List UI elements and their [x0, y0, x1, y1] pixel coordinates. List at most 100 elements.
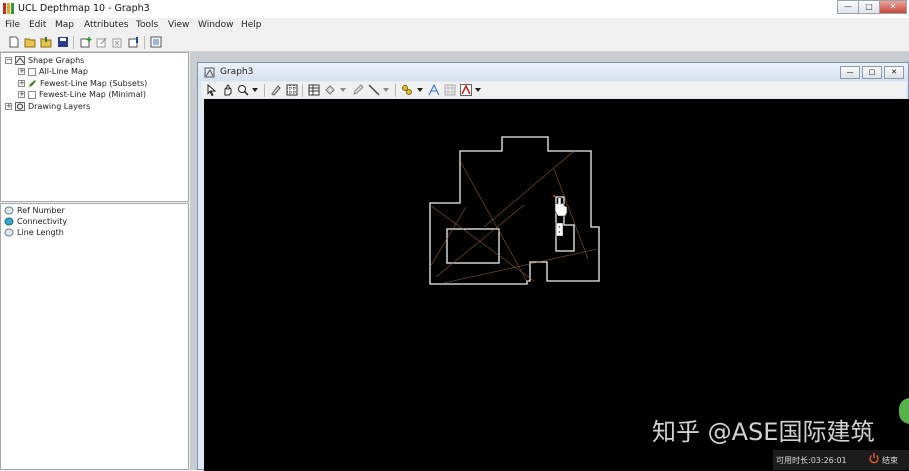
- chevron-down-icon[interactable]: [251, 86, 259, 94]
- close-button[interactable]: ✕: [879, 0, 907, 14]
- tree-item-drawing-layers[interactable]: + Drawing Layers: [5, 101, 90, 112]
- menu-file[interactable]: File: [5, 20, 20, 30]
- pan-hand-icon[interactable]: [222, 84, 234, 96]
- window-title: UCL Depthmap 10 - Graph3: [18, 3, 150, 14]
- save-icon[interactable]: [57, 36, 69, 48]
- menu-attributes[interactable]: Attributes: [84, 20, 128, 30]
- menu-map[interactable]: Map: [55, 20, 74, 30]
- child-window-title: Graph3: [220, 67, 254, 77]
- app-icon: [3, 3, 14, 14]
- tree-label: Fewest-Line Map (Minimal): [39, 90, 146, 99]
- layer-checkbox[interactable]: [28, 67, 36, 76]
- attribute-line-length[interactable]: Line Length: [4, 227, 64, 238]
- open-icon[interactable]: [24, 36, 36, 48]
- minimize-button[interactable]: —: [837, 0, 859, 14]
- table-icon[interactable]: [308, 84, 320, 96]
- menu-help[interactable]: Help: [241, 20, 262, 30]
- attribute-label: Connectivity: [17, 217, 68, 226]
- tree-label: Drawing Layers: [28, 102, 91, 111]
- pencil-icon[interactable]: [352, 84, 364, 96]
- title-bar: UCL Depthmap 10 - Graph3 — □ ✕: [0, 0, 909, 19]
- child-minimize-button[interactable]: —: [840, 66, 860, 79]
- chevron-down-icon[interactable]: [416, 86, 424, 94]
- push-icon[interactable]: [128, 36, 140, 48]
- layer-checkbox[interactable]: [28, 90, 36, 99]
- axial-line: [429, 204, 535, 282]
- menu-edit[interactable]: Edit: [29, 20, 46, 30]
- export-icon[interactable]: [150, 36, 162, 48]
- expand-toggle[interactable]: +: [5, 103, 12, 110]
- remaining-time-label: 可用时长:03:26:01: [776, 456, 847, 465]
- attribute-label: Line Length: [17, 228, 64, 237]
- menu-view[interactable]: View: [168, 20, 189, 30]
- edit-layer-icon[interactable]: [96, 36, 108, 48]
- child-window-controls: — □ ✕: [838, 66, 904, 79]
- tree-label: Fewest-Line Map (Subsets): [40, 79, 148, 88]
- plan-boundary: [429, 136, 600, 285]
- expand-toggle[interactable]: +: [18, 68, 25, 75]
- tree-item-fewest-line-minimal[interactable]: + Fewest-Line Map (Minimal): [18, 89, 146, 100]
- shape-graphs-icon: [15, 56, 25, 65]
- grid-icon[interactable]: [286, 84, 298, 96]
- chevron-down-icon[interactable]: [474, 86, 482, 94]
- child-maximize-button[interactable]: □: [862, 66, 882, 79]
- cursor-dot: [552, 194, 556, 198]
- attribute-icon: [4, 228, 14, 237]
- graph-window-icon: [204, 67, 215, 78]
- new-icon[interactable]: [8, 36, 20, 48]
- graph-child-window: Graph3 — □ ✕: [197, 62, 909, 471]
- inner-courtyard: [446, 228, 500, 264]
- attributes-pane: Ref Number Connectivity Line Length: [0, 203, 189, 470]
- collapse-toggle[interactable]: −: [5, 57, 12, 64]
- attribute-icon: [4, 206, 14, 215]
- menu-bar: File Edit Map Attributes Tools View Wind…: [0, 18, 909, 33]
- toolbar-separator: [73, 36, 74, 49]
- power-icon[interactable]: [868, 452, 880, 464]
- tree-item-shape-graphs[interactable]: − Shape Graphs: [5, 55, 84, 66]
- child-title-bar: Graph3 — □ ✕: [198, 63, 908, 81]
- axial-lines-icon[interactable]: [428, 84, 440, 96]
- expand-toggle[interactable]: +: [18, 91, 25, 98]
- axial-line: [459, 160, 529, 284]
- axial-analysis-icon[interactable]: [460, 84, 472, 96]
- attribute-connectivity[interactable]: Connectivity: [4, 216, 67, 227]
- axial-line: [429, 206, 467, 268]
- delete-layer-icon[interactable]: [112, 36, 124, 48]
- graph-tree-pane: − Shape Graphs + All-Line Map + Fewest-L…: [0, 52, 189, 202]
- floor-plan-outline: [429, 136, 600, 285]
- pencil-icon: [29, 80, 36, 87]
- axial-line: [443, 248, 598, 284]
- line-tool-icon[interactable]: [368, 84, 380, 96]
- tree-label: Shape Graphs: [28, 56, 85, 65]
- toolbar-separator: [302, 84, 303, 97]
- menu-window[interactable]: Window: [198, 20, 234, 30]
- add-layer-icon[interactable]: [80, 36, 92, 48]
- chevron-down-icon[interactable]: [382, 86, 390, 94]
- toolbar-separator: [395, 84, 396, 97]
- chevron-down-icon[interactable]: [339, 86, 347, 94]
- import-icon[interactable]: [40, 36, 52, 48]
- attribute-label: Ref Number: [17, 206, 65, 215]
- attribute-ref-number[interactable]: Ref Number: [4, 205, 65, 216]
- paint-bucket-icon[interactable]: [324, 84, 336, 96]
- child-close-button[interactable]: ✕: [884, 66, 904, 79]
- maximize-button[interactable]: □: [858, 0, 880, 14]
- main-toolbar: [0, 34, 909, 52]
- menu-tools[interactable]: Tools: [136, 20, 158, 30]
- select-arrow-icon[interactable]: [206, 84, 218, 96]
- axial-line: [435, 204, 525, 278]
- grid-dots-icon[interactable]: [444, 84, 456, 96]
- drawing-layers-icon: [15, 102, 25, 111]
- tree-item-all-line-map[interactable]: + All-Line Map: [18, 66, 88, 77]
- step-depth-icon[interactable]: [401, 84, 413, 96]
- cursor-tooltip: [555, 222, 564, 237]
- expand-toggle[interactable]: +: [18, 80, 25, 87]
- tree-label: All-Line Map: [39, 67, 88, 76]
- attribute-active-icon: [4, 217, 14, 226]
- fill-tool-icon[interactable]: [270, 84, 282, 96]
- end-button[interactable]: 结束: [882, 455, 898, 466]
- toolbar-separator: [144, 36, 145, 49]
- graph-toolbar: [202, 82, 906, 98]
- zoom-icon[interactable]: [237, 84, 249, 96]
- tree-item-fewest-line-subsets[interactable]: + Fewest-Line Map (Subsets): [18, 78, 147, 89]
